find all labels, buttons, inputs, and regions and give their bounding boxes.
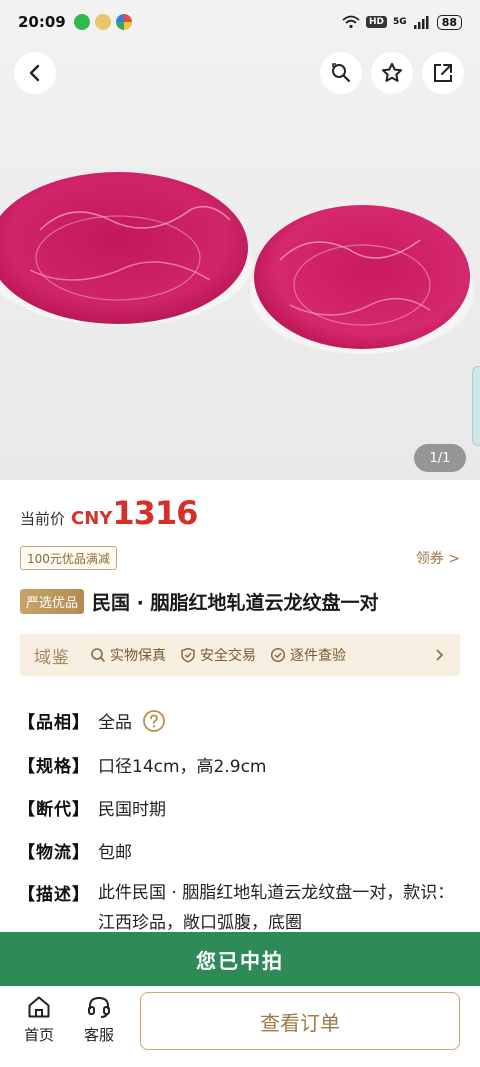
description-text: 此件民国 · 胭脂红地轧道云龙纹盘一对，款识：江西珍品，敞口弧腹，底圈 xyxy=(98,883,455,933)
guarantee-bar[interactable]: 域鉴 实物保真 安全交易 逐件查验 xyxy=(20,634,460,676)
wechat-icon xyxy=(73,14,90,30)
nav-home[interactable]: 首页 xyxy=(14,994,64,1045)
spec-value: 民国时期 xyxy=(98,800,166,820)
browser-icon xyxy=(115,14,132,30)
view-order-button[interactable]: 查看订单 xyxy=(140,992,460,1050)
side-floating-tab[interactable] xyxy=(472,366,480,446)
nav-home-label: 首页 xyxy=(23,1026,54,1044)
network-label: 5G xyxy=(393,17,407,27)
guarantee-inspection-label: 逐件查验 xyxy=(290,648,346,664)
spec-row-condition: 【品相】 全品 xyxy=(18,708,166,733)
spec-key: 【描述】 xyxy=(18,885,90,905)
nav-customer-service-label: 客服 xyxy=(83,1026,114,1044)
spec-row-description: 【描述】 xyxy=(18,880,98,905)
spec-key: 【断代】 xyxy=(18,800,90,820)
camera-search-icon xyxy=(332,63,351,83)
auction-won-banner: 您已中拍 xyxy=(0,932,480,986)
spec-row-size: 【规格】 口径14cm，高2.9cm xyxy=(18,752,266,777)
signal-icon xyxy=(413,16,429,29)
favorite-button[interactable] xyxy=(371,52,413,94)
guarantee-brand: 域鉴 xyxy=(34,647,70,668)
guarantee-authentic-label: 实物保真 xyxy=(110,648,166,664)
selection-badge: 严选优品 xyxy=(20,589,85,614)
guarantee-authentic: 实物保真 xyxy=(90,645,166,665)
star-icon xyxy=(382,62,402,82)
guarantee-inspection: 逐件查验 xyxy=(270,645,346,665)
chevron-left-icon xyxy=(29,64,40,82)
price-currency: CNY xyxy=(71,508,113,529)
share-icon xyxy=(434,64,452,82)
image-page-indicator: 1/1 xyxy=(414,444,466,472)
guarantee-safe-trade-label: 安全交易 xyxy=(200,648,256,664)
spec-key: 【规格】 xyxy=(18,757,90,777)
shield-check-icon xyxy=(181,647,195,663)
price-row: 当前价 CNY 1316 xyxy=(20,494,198,532)
home-icon xyxy=(28,996,50,1018)
chevron-right-icon xyxy=(436,649,444,661)
hd-badge: HD xyxy=(366,16,388,28)
price-label: 当前价 xyxy=(20,510,66,528)
spec-value: 全品 xyxy=(98,713,132,733)
product-title-row: 严选优品 民国 · 胭脂红地轧道云龙纹盘一对 xyxy=(20,588,378,615)
spec-row-period: 【断代】 民国时期 xyxy=(18,795,166,820)
wifi-icon xyxy=(342,15,360,29)
status-time: 20:09 xyxy=(18,13,66,31)
nav-customer-service[interactable]: 客服 xyxy=(74,994,124,1045)
spec-value: 口径14cm，高2.9cm xyxy=(98,757,267,777)
share-button[interactable] xyxy=(422,52,464,94)
spec-value: 包邮 xyxy=(98,843,132,863)
spec-key: 【物流】 xyxy=(18,843,90,863)
battery-indicator: 88 xyxy=(436,14,462,30)
product-image-gallery[interactable]: 20:09 HD 5G 88 1/1 xyxy=(0,0,480,480)
get-coupon-link[interactable]: 领券 > xyxy=(416,548,460,568)
app-notification-icon xyxy=(94,14,111,30)
check-circle-icon xyxy=(270,647,286,663)
coupon-tag: 100元优品满减 xyxy=(20,546,117,570)
back-button[interactable] xyxy=(14,52,56,94)
question-circle-icon[interactable] xyxy=(142,709,166,733)
camera-search-button[interactable] xyxy=(320,52,362,94)
spec-key: 【品相】 xyxy=(18,713,90,733)
status-bar: 20:09 HD 5G 88 xyxy=(0,0,480,44)
headset-icon xyxy=(88,996,110,1018)
search-icon xyxy=(91,648,105,662)
guarantee-safe-trade: 安全交易 xyxy=(180,645,256,665)
spec-row-shipping: 【物流】 包邮 xyxy=(18,838,132,863)
product-title: 民国 · 胭脂红地轧道云龙纹盘一对 xyxy=(92,592,379,614)
price-value: 1316 xyxy=(112,494,198,532)
bottom-action-bar: 首页 客服 查看订单 xyxy=(0,986,480,1067)
